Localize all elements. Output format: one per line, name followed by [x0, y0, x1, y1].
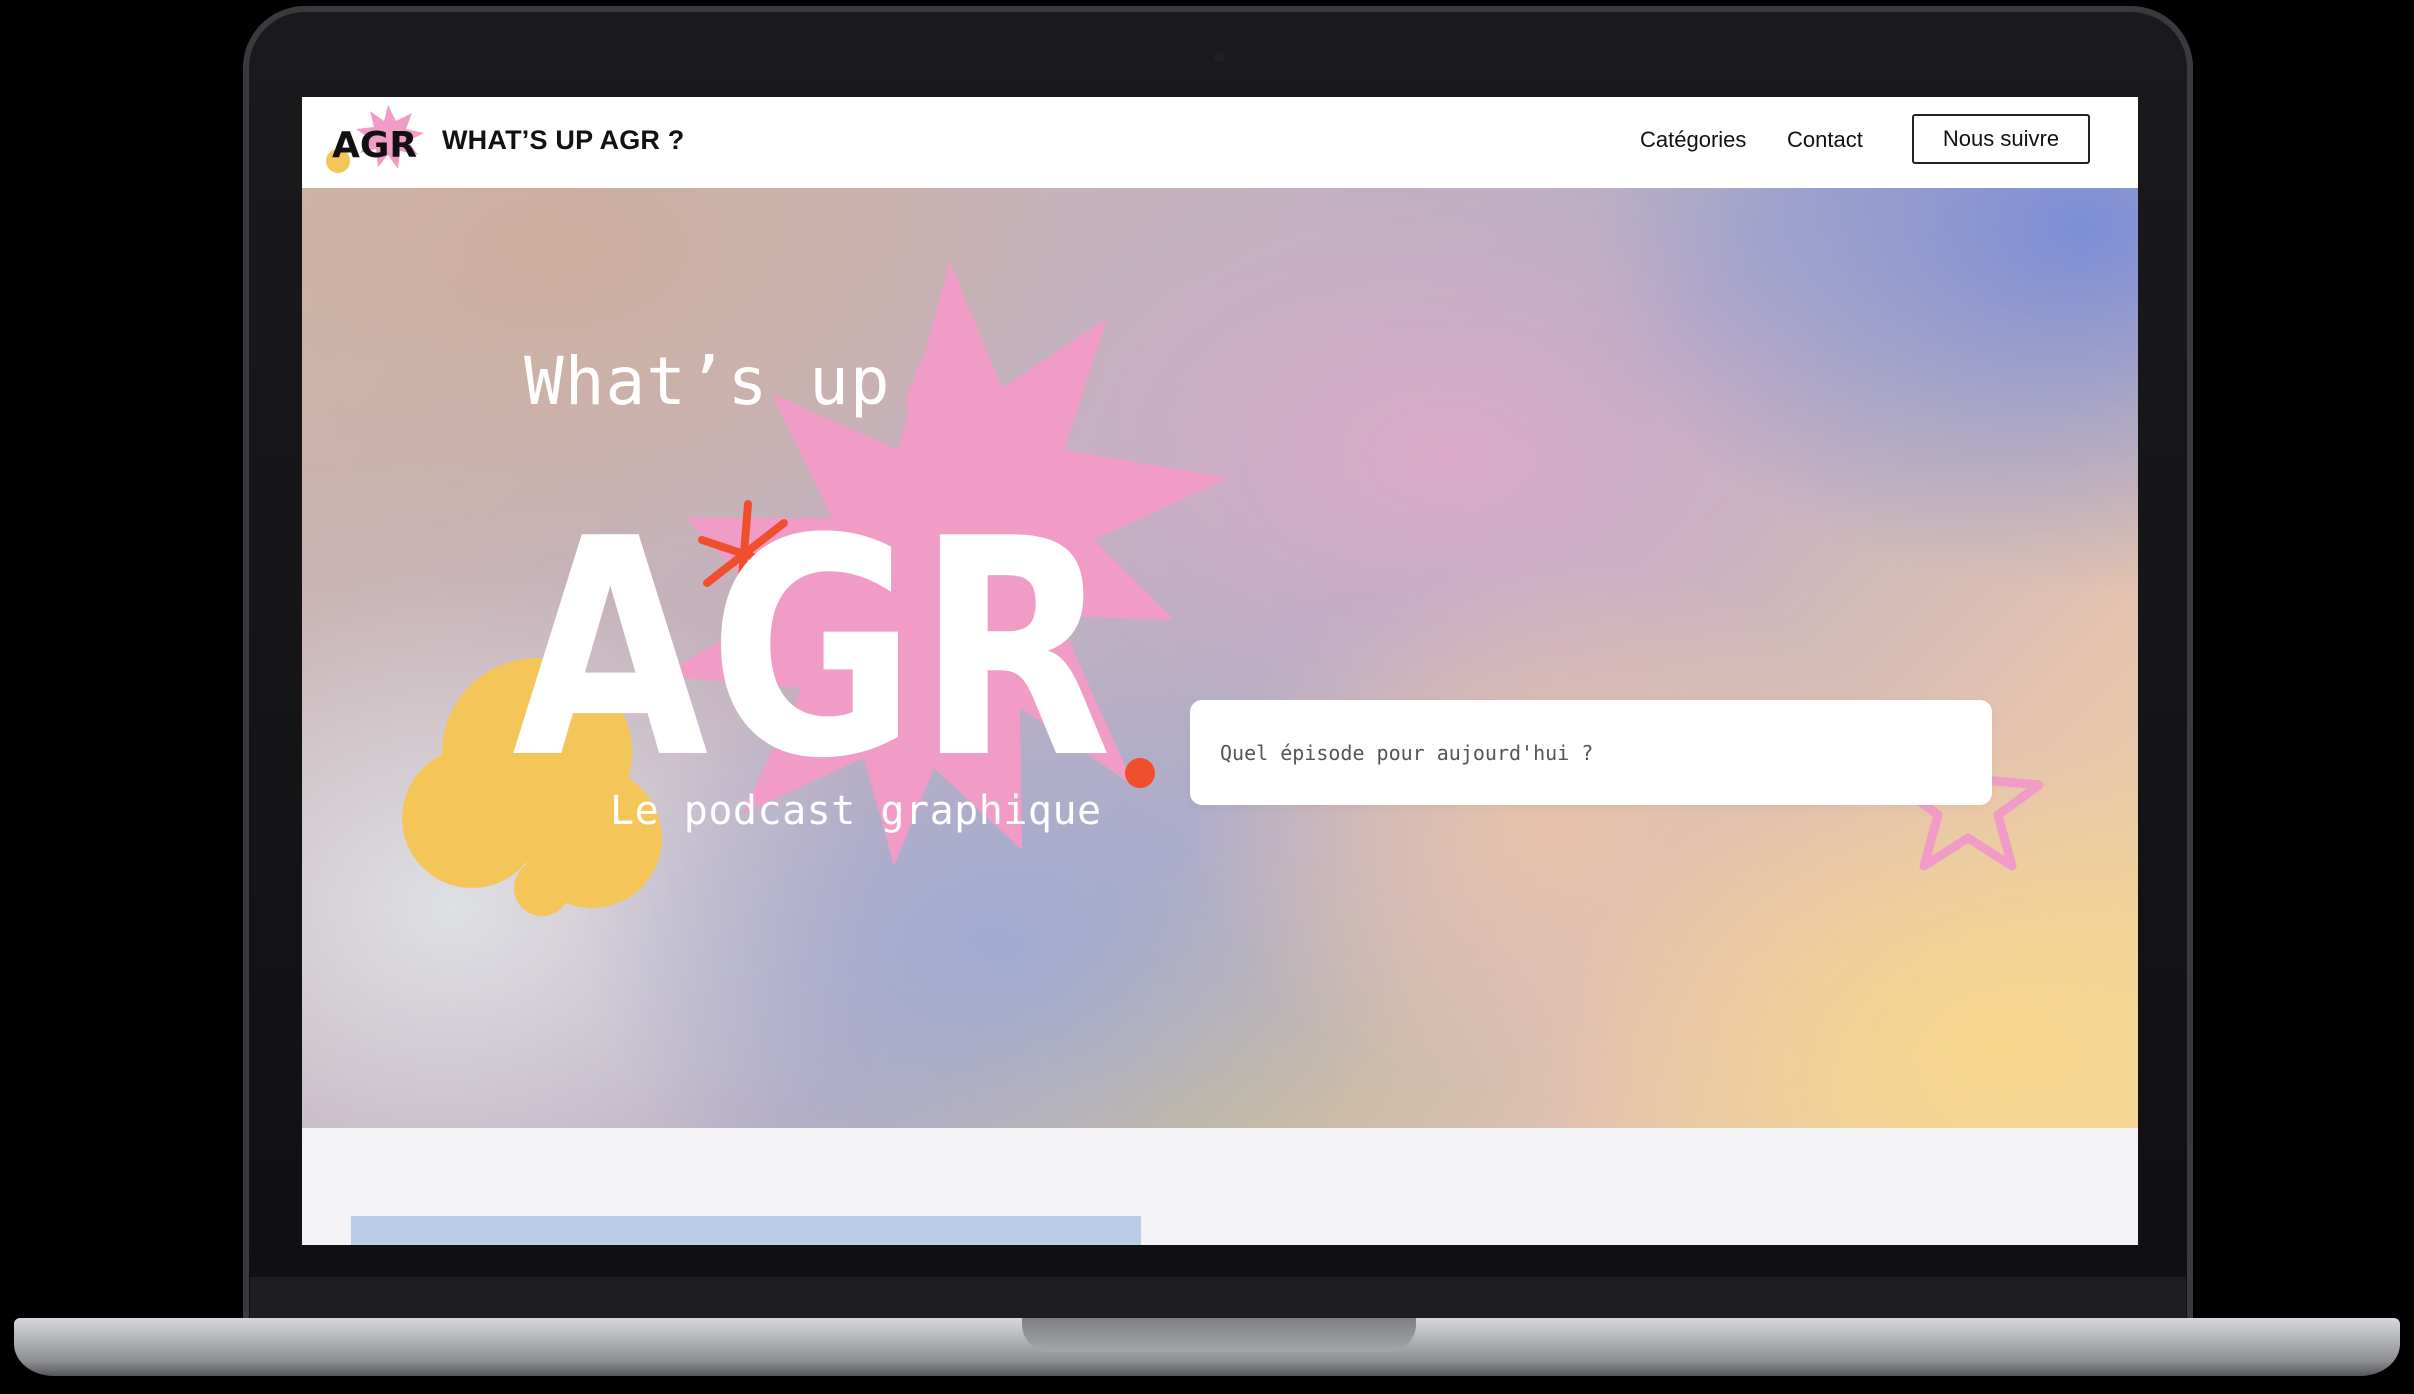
webcam-icon: [1214, 52, 1224, 62]
site-title[interactable]: WHAT’S UP AGR ?: [442, 125, 685, 156]
nav-link-categories[interactable]: Catégories: [1640, 127, 1746, 153]
hero-tagline: Le podcast graphique: [610, 788, 1102, 834]
content-section: [302, 1128, 2138, 1245]
hero-agr-logo: AGR: [512, 508, 1112, 768]
episode-search-box: [1190, 700, 1992, 805]
nav-link-contact[interactable]: Contact: [1787, 127, 1863, 153]
episode-search-input[interactable]: [1190, 700, 1992, 805]
follow-us-button[interactable]: Nous suivre: [1912, 114, 2090, 164]
browser-viewport: AGR WHAT’S UP AGR ? Catégories Contact N…: [302, 97, 2138, 1245]
laptop-opening-notch: [1022, 1318, 1416, 1352]
hero-kicker: What’s up: [524, 343, 891, 420]
brand-logo-text: AGR: [332, 125, 417, 166]
device-mockup: AGR WHAT’S UP AGR ? Catégories Contact N…: [0, 0, 2414, 1394]
laptop-screen-bezel: [250, 1277, 2186, 1322]
site-header: AGR WHAT’S UP AGR ? Catégories Contact N…: [302, 97, 2138, 188]
agr-logo-icon[interactable]: AGR: [326, 99, 436, 185]
episode-card-preview[interactable]: [351, 1216, 1141, 1245]
hero-section: What’s up AGR Le podcast graphique: [302, 188, 2138, 1128]
hero-logo-text: AGR: [512, 508, 1112, 768]
